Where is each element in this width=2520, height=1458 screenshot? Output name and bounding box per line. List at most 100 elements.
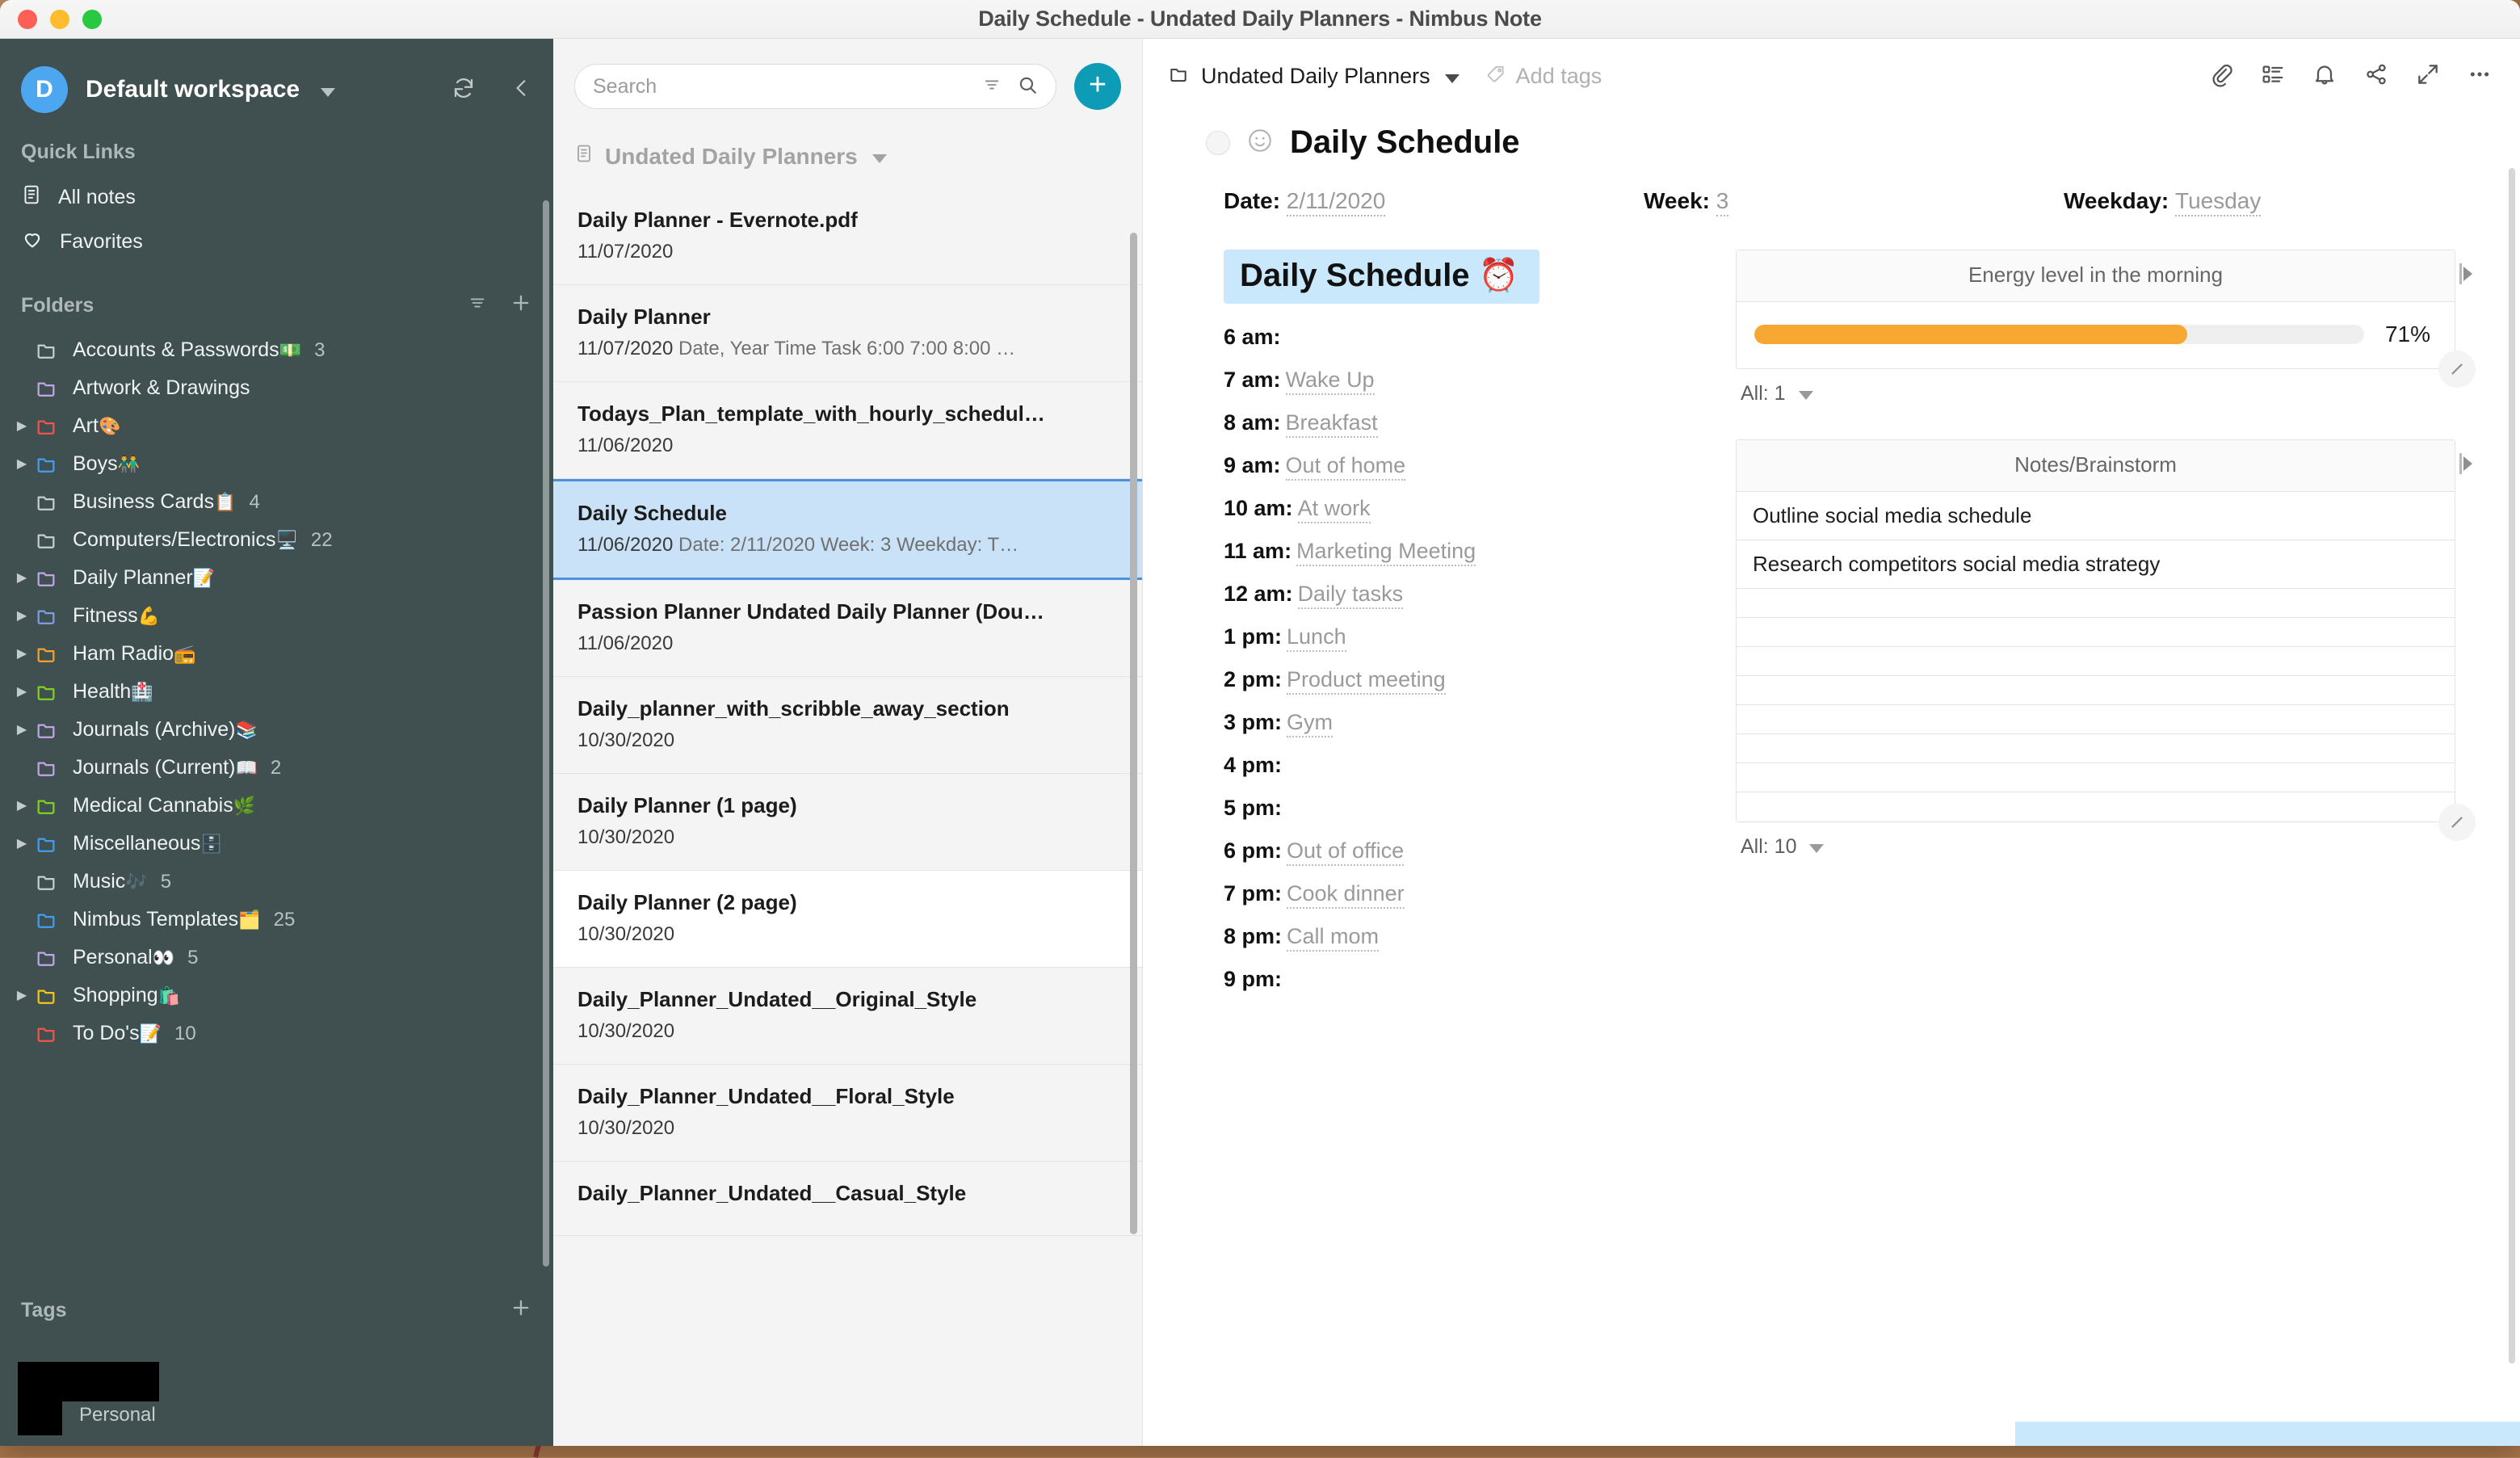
note-emoji-icon[interactable] (1246, 127, 1274, 159)
note-list-scrollbar[interactable] (1130, 233, 1137, 1234)
schedule-task[interactable]: Marketing Meeting (1296, 539, 1476, 566)
sidebar-folder-item[interactable]: ▶Fitness💪 (0, 597, 553, 635)
outline-icon[interactable] (2260, 61, 2286, 91)
search-input[interactable] (593, 75, 981, 99)
meta-week-value[interactable]: 3 (1716, 188, 1729, 216)
schedule-row[interactable]: 5 pm: (1224, 796, 1708, 821)
create-note-button[interactable]: + (1074, 63, 1121, 110)
sidebar-folder-item[interactable]: ▶Ham Radio📻 (0, 635, 553, 673)
sidebar-folder-item[interactable]: ▶Journals (Archive)📚 (0, 711, 553, 749)
schedule-task[interactable]: Breakfast (1286, 410, 1378, 438)
widget-resize-handle[interactable] (2438, 804, 2476, 841)
note-list-item[interactable]: Daily_Planner_Undated__Casual_Style (553, 1162, 1142, 1236)
notes-widget-row[interactable] (1737, 763, 2455, 792)
add-tag-icon[interactable] (510, 1296, 532, 1325)
notes-widget-row[interactable] (1737, 647, 2455, 676)
note-list-item[interactable]: Daily Schedule11/06/2020 Date: 2/11/2020… (553, 479, 1142, 580)
notes-widget-footer[interactable]: All: 10 (1736, 822, 2455, 859)
schedule-task[interactable]: Product meeting (1287, 667, 1446, 695)
schedule-row[interactable]: 11 am:Marketing Meeting (1224, 539, 1708, 564)
meta-weekday-value[interactable]: Tuesday (2175, 188, 2261, 216)
notes-widget-row[interactable] (1737, 705, 2455, 734)
sidebar-folder-item[interactable]: ▶Nimbus Templates🗂️25 (0, 901, 553, 939)
note-cover-placeholder[interactable] (1206, 131, 1230, 155)
sidebar-folder-item[interactable]: ▶Art🎨 (0, 407, 553, 445)
energy-widget-footer[interactable]: All: 1 (1736, 369, 2455, 405)
sync-icon[interactable] (452, 76, 476, 104)
add-tags-button[interactable]: Add tags (1485, 64, 1602, 89)
editor-scrollbar[interactable] (2509, 168, 2515, 1363)
note-list-item[interactable]: Passion Planner Undated Daily Planner (D… (553, 580, 1142, 677)
schedule-row[interactable]: 6 am: (1224, 325, 1708, 350)
meta-date-value[interactable]: 2/11/2020 (1287, 188, 1386, 216)
search-icon[interactable] (1017, 74, 1038, 99)
notes-widget-row[interactable]: Research competitors social media strate… (1737, 540, 2455, 589)
schedule-row[interactable]: 3 pm:Gym (1224, 710, 1708, 735)
folder-expand-arrow-icon[interactable]: ▶ (13, 800, 31, 813)
folder-expand-arrow-icon[interactable]: ▶ (13, 990, 31, 1002)
schedule-task[interactable]: Lunch (1287, 624, 1346, 652)
filter-icon[interactable] (981, 76, 1002, 98)
note-list-item[interactable]: Daily_planner_with_scribble_away_section… (553, 677, 1142, 774)
sidebar-folder-item[interactable]: ▶Shopping🛍️ (0, 977, 553, 1015)
schedule-row[interactable]: 10 am:At work (1224, 496, 1708, 521)
notes-widget-row[interactable] (1737, 734, 2455, 763)
schedule-row[interactable]: 12 am:Daily tasks (1224, 582, 1708, 607)
folder-expand-arrow-icon[interactable]: ▶ (13, 458, 31, 471)
folder-expand-arrow-icon[interactable]: ▶ (13, 648, 31, 661)
search-box[interactable] (574, 64, 1056, 109)
sidebar-folder-item[interactable]: ▶Daily Planner📝 (0, 559, 553, 597)
schedule-task[interactable]: At work (1298, 496, 1371, 523)
notes-widget-row[interactable] (1737, 589, 2455, 618)
schedule-task[interactable]: Call mom (1287, 924, 1379, 952)
breadcrumb[interactable]: Undated Daily Planners (1167, 64, 1460, 89)
sidebar-item-favorites[interactable]: Favorites (0, 220, 553, 264)
schedule-task[interactable]: Out of home (1286, 453, 1406, 481)
note-list-item[interactable]: Daily_Planner_Undated__Floral_Style10/30… (553, 1065, 1142, 1162)
energy-progress-track[interactable] (1754, 325, 2364, 344)
widget-resize-handle[interactable] (2438, 351, 2476, 388)
collapse-sidebar-icon[interactable] (511, 76, 532, 104)
schedule-task[interactable]: Gym (1287, 710, 1333, 737)
sidebar-folder-item[interactable]: ▶Music🎶5 (0, 863, 553, 901)
widget-expand-handle[interactable] (2459, 453, 2472, 474)
sidebar-folder-item[interactable]: ▶Journals (Current)📖2 (0, 749, 553, 787)
sidebar-folder-item[interactable]: ▶Personal👀5 (0, 939, 553, 977)
sidebar-folder-item[interactable]: ▶Boys👬 (0, 445, 553, 483)
sidebar-folder-item[interactable]: ▶To Do's📝10 (0, 1015, 553, 1053)
note-list-item[interactable]: Todays_Plan_template_with_hourly_schedul… (553, 382, 1142, 479)
schedule-task[interactable]: Out of office (1287, 838, 1404, 866)
folder-expand-arrow-icon[interactable]: ▶ (13, 572, 31, 585)
fullscreen-icon[interactable] (2415, 61, 2441, 91)
sidebar-folder-item[interactable]: ▶Computers/Electronics🖥️22 (0, 521, 553, 559)
sidebar-folder-item[interactable]: ▶Business Cards📋4 (0, 483, 553, 521)
sidebar-scrollbar[interactable] (543, 200, 549, 1267)
schedule-row[interactable]: 7 am:Wake Up (1224, 368, 1708, 393)
schedule-task[interactable]: Cook dinner (1287, 881, 1405, 909)
sidebar-folder-item[interactable]: ▶Accounts & Passwords💵3 (0, 331, 553, 369)
notes-widget-row[interactable] (1737, 676, 2455, 705)
add-folder-icon[interactable] (510, 292, 532, 320)
attach-icon[interactable] (2208, 61, 2234, 91)
schedule-row[interactable]: 6 pm:Out of office (1224, 838, 1708, 863)
note-list-item[interactable]: Daily Planner (1 page)10/30/2020 (553, 774, 1142, 871)
workspace-switcher[interactable]: D Default workspace (0, 39, 553, 113)
sidebar-item-all-notes[interactable]: All notes (0, 175, 553, 220)
notes-widget-row[interactable]: Outline social media schedule (1737, 492, 2455, 540)
sidebar-folder-item[interactable]: ▶Health🏥 (0, 673, 553, 711)
schedule-row[interactable]: 2 pm:Product meeting (1224, 667, 1708, 692)
notes-widget-row[interactable] (1737, 792, 2455, 821)
sidebar-folder-item[interactable]: ▶Medical Cannabis🌿 (0, 787, 553, 825)
note-list-item[interactable]: Daily Planner - Evernote.pdf11/07/2020 (553, 188, 1142, 285)
tag-item-personal[interactable]: Personal (79, 1404, 156, 1426)
schedule-task[interactable]: Daily tasks (1298, 582, 1404, 609)
folder-expand-arrow-icon[interactable]: ▶ (13, 610, 31, 623)
sidebar-folder-item[interactable]: ▶Artwork & Drawings (0, 369, 553, 407)
folder-expand-arrow-icon[interactable]: ▶ (13, 724, 31, 737)
notes-widget-row[interactable] (1737, 618, 2455, 647)
schedule-row[interactable]: 1 pm:Lunch (1224, 624, 1708, 649)
share-icon[interactable] (2363, 61, 2389, 91)
reminder-icon[interactable] (2312, 61, 2337, 91)
schedule-row[interactable]: 4 pm: (1224, 753, 1708, 778)
note-list-item[interactable]: Daily Planner (2 page)10/30/2020 (553, 871, 1142, 968)
